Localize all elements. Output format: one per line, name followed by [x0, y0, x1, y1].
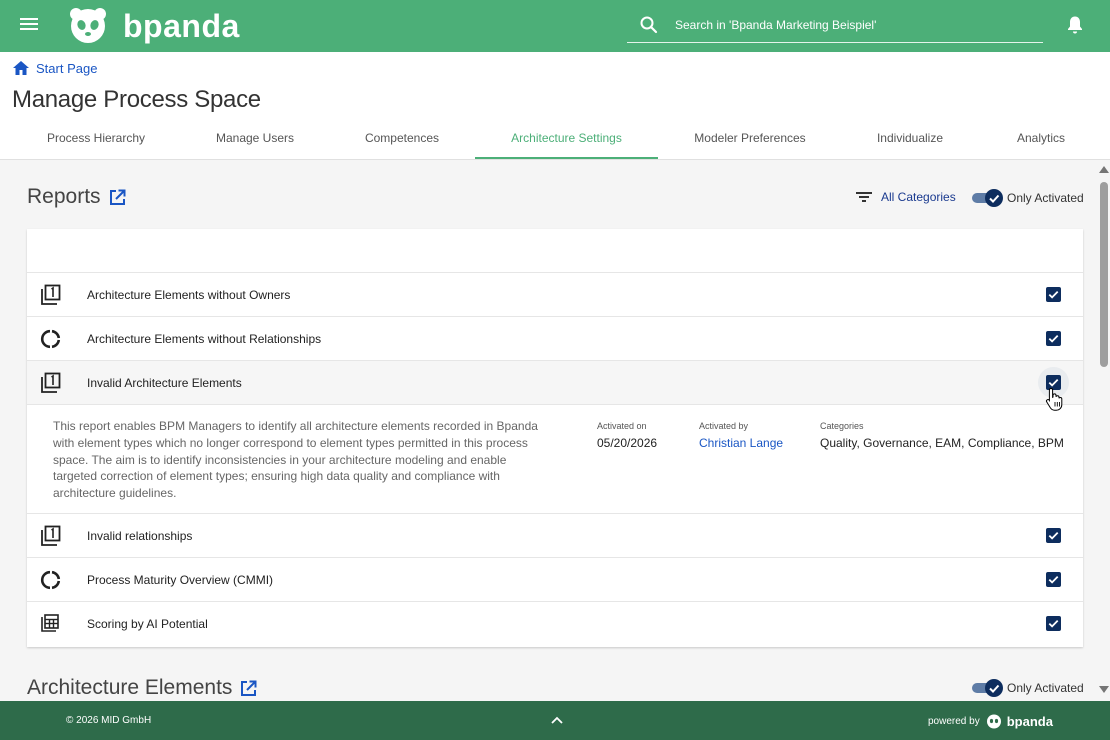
tab-bar: Process Hierarchy Manage Users Competenc… [0, 118, 1110, 160]
categories: Categories Quality, Governance, EAM, Com… [820, 421, 1064, 450]
report-row[interactable]: Architecture Elements without Owners [27, 272, 1083, 316]
reports-title: Reports [27, 185, 101, 208]
report-description: This report enables BPM Managers to iden… [53, 419, 538, 501]
vertical-scrollbar[interactable] [1097, 160, 1110, 701]
activated-by: Activated by Christian Lange [699, 421, 783, 450]
donut-chart-icon [40, 570, 61, 590]
powered-by-brand: bpanda [1006, 713, 1053, 729]
main-content: Reports All Categories Only Activated Ar… [0, 160, 1097, 701]
only-activated-toggle-architecture: Only Activated [972, 679, 1084, 697]
filter-label: All Categories [881, 190, 956, 204]
breadcrumb-start-page[interactable]: Start Page [36, 61, 97, 76]
toggle-label: Only Activated [1007, 191, 1084, 205]
check-icon [1048, 531, 1059, 540]
categories-value: Quality, Governance, EAM, Compliance, BP… [820, 436, 1064, 450]
report-checkbox[interactable] [1046, 572, 1061, 587]
report-row-expanded[interactable]: Invalid Architecture Elements [27, 360, 1083, 404]
copyright: © 2026 MID GmbH [66, 715, 152, 726]
reports-header: Reports [27, 185, 126, 209]
activated-by-user-link[interactable]: Christian Lange [699, 436, 783, 450]
activated-on: Activated on 05/20/2026 [597, 421, 657, 450]
tab-analytics[interactable]: Analytics [995, 118, 1087, 159]
search-icon [640, 16, 658, 34]
report-label: Invalid Architecture Elements [87, 375, 242, 390]
notification-bell-icon[interactable] [1066, 15, 1084, 35]
report-checkbox[interactable] [1046, 616, 1061, 631]
tab-individualize[interactable]: Individualize [855, 118, 965, 159]
report-checkbox[interactable] [1046, 528, 1061, 543]
breadcrumb: Start Page [12, 60, 97, 76]
search-input[interactable]: Search in 'Bpanda Marketing Beispiel' [675, 18, 876, 32]
page-title: Manage Process Space [12, 86, 261, 113]
report-checkbox[interactable] [1046, 287, 1061, 302]
report-row[interactable]: Architecture Elements without Relationsh… [27, 316, 1083, 360]
category-filter[interactable]: All Categories [855, 190, 956, 204]
report-checkbox[interactable] [1046, 331, 1061, 346]
panda-logo-icon [986, 714, 1001, 729]
scroll-down-arrow-icon[interactable] [1099, 686, 1109, 693]
toggle-switch[interactable] [972, 679, 1003, 697]
powered-by-text: powered by [928, 715, 980, 727]
activated-by-label: Activated by [699, 421, 749, 431]
tab-competences[interactable]: Competences [343, 118, 461, 159]
toggle-label: Only Activated [1007, 681, 1084, 695]
numbered-list-icon [41, 372, 61, 393]
check-icon [989, 684, 1000, 693]
check-icon [1048, 575, 1059, 584]
activated-on-value: 05/20/2026 [597, 436, 658, 450]
hand-pointer-cursor-icon [1045, 387, 1063, 411]
report-row[interactable]: Scoring by AI Potential [27, 601, 1083, 645]
footer: © 2026 MID GmbH powered by bpanda [0, 701, 1110, 740]
brand-logo[interactable]: bpanda [69, 7, 240, 45]
search-bar[interactable]: Search in 'Bpanda Marketing Beispiel' [627, 8, 1043, 43]
report-row[interactable]: Process Maturity Overview (CMMI) [27, 557, 1083, 601]
scroll-up-arrow-icon[interactable] [1099, 166, 1109, 173]
home-icon[interactable] [12, 60, 30, 76]
check-icon [989, 194, 1000, 203]
open-external-icon[interactable] [109, 189, 126, 206]
table-grid-icon [41, 614, 59, 632]
top-bar: bpanda Search in 'Bpanda Marketing Beisp… [0, 0, 1110, 52]
panda-logo-icon [70, 8, 106, 43]
activated-on-label: Activated on [597, 421, 647, 431]
reports-card: Architecture Elements without Owners Arc… [27, 229, 1083, 647]
architecture-elements-header: Architecture Elements [27, 676, 257, 700]
numbered-list-icon [41, 284, 61, 305]
report-label: Process Maturity Overview (CMMI) [87, 572, 274, 587]
report-label: Architecture Elements without Relationsh… [87, 331, 322, 346]
categories-label: Categories [820, 421, 864, 431]
chevron-up-icon[interactable] [550, 714, 564, 726]
report-label: Invalid relationships [87, 528, 193, 543]
numbered-list-icon [41, 525, 61, 546]
report-label: Scoring by AI Potential [87, 616, 208, 631]
tab-manage-users[interactable]: Manage Users [193, 118, 317, 159]
report-detail-panel: This report enables BPM Managers to iden… [27, 404, 1083, 512]
toggle-switch[interactable] [972, 189, 1003, 207]
tab-architecture-settings[interactable]: Architecture Settings [475, 118, 658, 159]
brand-name: bpanda [123, 8, 240, 44]
powered-by: powered by bpanda [928, 713, 1053, 729]
report-label: Architecture Elements without Owners [87, 287, 291, 302]
scroll-thumb[interactable] [1100, 182, 1108, 367]
architecture-elements-title: Architecture Elements [27, 676, 233, 699]
tab-process-hierarchy[interactable]: Process Hierarchy [24, 118, 168, 159]
tab-modeler-preferences[interactable]: Modeler Preferences [680, 118, 820, 159]
report-row[interactable]: Invalid relationships [27, 513, 1083, 557]
check-icon [1048, 290, 1059, 299]
hamburger-menu-icon[interactable] [18, 15, 40, 37]
check-icon [1048, 619, 1059, 628]
open-external-icon[interactable] [240, 680, 257, 697]
only-activated-toggle-reports: Only Activated [972, 189, 1084, 207]
check-icon [1048, 334, 1059, 343]
filter-icon [856, 192, 872, 202]
donut-chart-icon [40, 329, 61, 349]
